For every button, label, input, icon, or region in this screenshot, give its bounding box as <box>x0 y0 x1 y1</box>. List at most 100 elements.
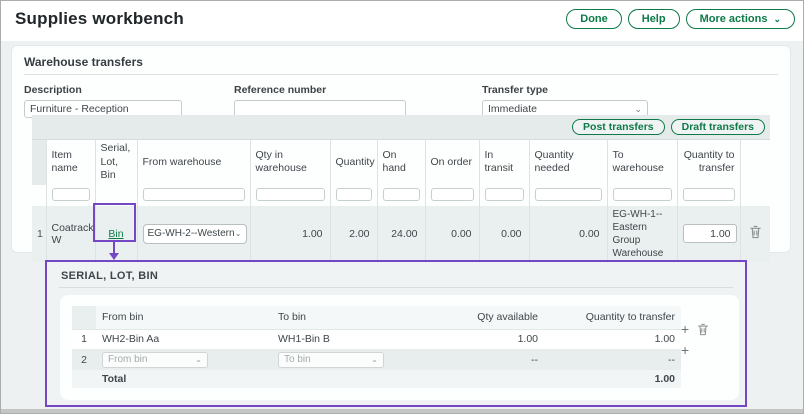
col-serial-lot-bin[interactable]: Serial, Lot, Bin <box>95 140 137 185</box>
quantity-to-transfer-cell <box>677 206 740 262</box>
in-transit-filter-input[interactable] <box>485 188 524 201</box>
plus-icon: + <box>681 342 689 358</box>
qty-in-warehouse-cell: 1.00 <box>250 206 330 262</box>
quantity-cell: 2.00 <box>330 206 377 262</box>
quantity-to-transfer-value: -- <box>544 349 681 370</box>
transfer-type-value: Immediate <box>488 103 537 115</box>
delete-bin-row-button[interactable] <box>697 323 709 336</box>
filter-row <box>32 185 770 206</box>
reference-number-field: Reference number <box>234 84 406 118</box>
bins-row-2: 2 From bin ⌄ To bin ⌄ <box>72 349 681 370</box>
bins-total-row: Total 1.00 <box>72 370 681 388</box>
to-warehouse-filter-input[interactable] <box>613 188 672 201</box>
top-bar: Supplies workbench Done Help More action… <box>1 1 803 41</box>
bins-row-number-header <box>72 306 96 329</box>
item-name-cell: Coatrack-W <box>46 206 95 262</box>
serial-lot-bin-panel: SERIAL, LOT, BIN From bin To bin Qty ava… <box>45 260 747 407</box>
delete-row-button[interactable] <box>749 225 762 239</box>
from-bin-select[interactable]: From bin ⌄ <box>102 352 208 368</box>
to-warehouse-value: EG-WH-1-- Eastern Group Warehouse <box>613 208 672 260</box>
chevron-down-icon: ⌄ <box>195 355 202 364</box>
bins-header-row: From bin To bin Qty available Quantity t… <box>72 306 681 329</box>
bins-row-1-actions: + <box>681 322 709 336</box>
more-actions-label: More actions <box>700 13 768 25</box>
from-bin-value: WH2-Bin Aa <box>96 329 272 349</box>
from-warehouse-select[interactable]: EG-WH-2--Western Gr ⌄ <box>143 224 247 244</box>
in-transit-cell: 0.00 <box>479 206 529 262</box>
chevron-down-icon: ⌄ <box>235 229 242 238</box>
serial-lot-bin-card: From bin To bin Qty available Quantity t… <box>60 295 739 400</box>
from-bin-placeholder: From bin <box>108 354 147 365</box>
done-button[interactable]: Done <box>566 9 622 29</box>
from-warehouse-cell: EG-WH-2--Western Gr ⌄ <box>137 206 250 262</box>
draft-transfers-button[interactable]: Draft transfers <box>671 119 765 135</box>
col-quantity[interactable]: Quantity <box>330 140 377 185</box>
help-button[interactable]: Help <box>628 9 680 29</box>
on-order-filter-input[interactable] <box>431 188 474 201</box>
quantity-to-transfer-value: 1.00 <box>544 329 681 349</box>
total-value: 1.00 <box>544 370 681 388</box>
col-qty-available: Qty available <box>449 306 544 329</box>
transfers-table: Post transfers Draft transfers Item name… <box>32 115 770 262</box>
more-actions-button[interactable]: More actions ⌄ <box>686 9 795 29</box>
table-row: 1 Coatrack-W Bin EG-WH-2--Western Gr ⌄ 1… <box>32 206 770 262</box>
supplies-workbench-screen: Supplies workbench Done Help More action… <box>0 0 804 414</box>
from-warehouse-filter-input[interactable] <box>143 188 245 201</box>
transfer-type-label: Transfer type <box>482 84 648 96</box>
qty-in-warehouse-filter-input[interactable] <box>256 188 325 201</box>
col-quantity-needed[interactable]: Quantity needed <box>529 140 607 185</box>
bin-link[interactable]: Bin <box>108 228 123 240</box>
on-hand-cell: 24.00 <box>377 206 425 262</box>
col-from-warehouse[interactable]: From warehouse <box>137 140 250 185</box>
add-bin-row-button[interactable]: + <box>681 322 689 336</box>
to-warehouse-cell: EG-WH-1-- Eastern Group Warehouse <box>607 206 677 262</box>
col-quantity-to-transfer[interactable]: Quantity to transfer <box>677 140 740 185</box>
table-toolbar: Post transfers Draft transfers <box>32 115 770 140</box>
on-hand-filter-input[interactable] <box>383 188 420 201</box>
quantity-to-transfer-input[interactable] <box>683 224 737 243</box>
col-bin-quantity-to-transfer: Quantity to transfer <box>544 306 681 329</box>
quantity-to-transfer-filter-input[interactable] <box>683 188 735 201</box>
bins-table: From bin To bin Qty available Quantity t… <box>72 306 681 388</box>
topbar-buttons: Done Help More actions ⌄ <box>566 9 795 29</box>
description-field: Description <box>24 84 182 118</box>
col-on-order[interactable]: On order <box>425 140 479 185</box>
add-bin-row-button[interactable]: + <box>681 343 689 357</box>
col-in-transit[interactable]: In transit <box>479 140 529 185</box>
col-item-name[interactable]: Item name <box>46 140 95 185</box>
column-header-row: Item name Serial, Lot, Bin From warehous… <box>32 140 770 185</box>
chevron-down-icon: ⌄ <box>773 15 781 24</box>
section-divider <box>24 74 778 75</box>
quantity-needed-cell: 0.00 <box>529 206 607 262</box>
reference-number-label: Reference number <box>234 84 406 96</box>
col-qty-in-warehouse[interactable]: Qty in warehouse <box>250 140 330 185</box>
col-to-bin: To bin <box>272 306 449 329</box>
bins-row-2-actions: + <box>681 343 689 357</box>
serial-lot-bin-cell: Bin <box>95 206 137 262</box>
trash-icon <box>697 323 709 336</box>
chevron-down-icon: ⌄ <box>634 104 642 115</box>
row-number: 2 <box>72 349 96 370</box>
row-actions-cell <box>740 206 770 262</box>
quantity-filter-input[interactable] <box>336 188 372 201</box>
qty-available-value: -- <box>449 349 544 370</box>
col-to-warehouse[interactable]: To warehouse <box>607 140 677 185</box>
to-bin-placeholder: To bin <box>284 354 311 365</box>
to-bin-value: WH1-Bin B <box>272 329 449 349</box>
col-on-hand[interactable]: On hand <box>377 140 425 185</box>
bottom-border-strip <box>1 409 803 413</box>
to-bin-select[interactable]: To bin ⌄ <box>278 352 384 368</box>
qty-available-value: 1.00 <box>449 329 544 349</box>
row-number: 1 <box>72 329 96 349</box>
bins-row-1: 1 WH2-Bin Aa WH1-Bin B 1.00 1.00 <box>72 329 681 349</box>
section-title: Warehouse transfers <box>24 55 143 69</box>
trash-icon <box>749 225 762 239</box>
popup-divider <box>59 287 733 288</box>
quantity-needed-filter-input[interactable] <box>535 188 602 201</box>
post-transfers-button[interactable]: Post transfers <box>572 119 665 135</box>
col-actions <box>740 140 770 185</box>
plus-icon: + <box>681 321 689 337</box>
transfer-type-field: Transfer type Immediate ⌄ <box>482 84 648 118</box>
item-name-filter-input[interactable] <box>52 188 90 201</box>
on-order-cell: 0.00 <box>425 206 479 262</box>
